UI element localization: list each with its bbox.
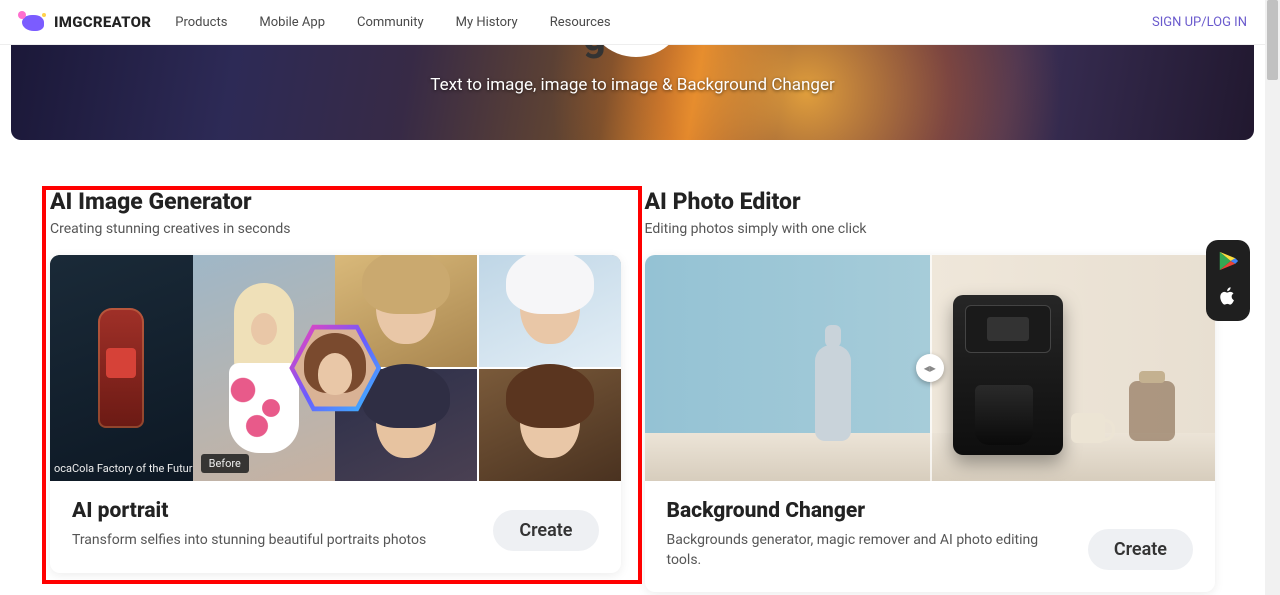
nav-my-history[interactable]: My History: [456, 15, 518, 30]
cola-bottle-icon: [98, 308, 144, 428]
generator-caption: ocaCola Factory of the Futur: [54, 462, 192, 475]
app-store-float: [1206, 240, 1250, 321]
auth-link[interactable]: SIGN UP/LOG IN: [1152, 15, 1247, 30]
portrait-thumb-icon: [520, 266, 580, 344]
brand-name: IMGCREATOR: [54, 13, 151, 31]
bottle-icon: [815, 345, 851, 441]
hex-avatar-icon: [289, 322, 381, 414]
nav-community[interactable]: Community: [357, 15, 424, 30]
portrait-thumb-icon: [376, 380, 436, 458]
portrait-thumb-icon: [520, 380, 580, 458]
generator-title: AI Image Generator: [50, 188, 621, 215]
background-changer-card[interactable]: ◂▸ Background Changer Backgrounds genera…: [645, 255, 1216, 592]
create-bg-button[interactable]: Create: [1088, 529, 1193, 570]
google-play-icon[interactable]: [1217, 250, 1239, 272]
background-changer-title: Background Changer: [667, 499, 1072, 523]
jar-icon: [1129, 381, 1175, 441]
top-nav: IMGCREATOR Products Mobile App Community…: [0, 0, 1265, 45]
ai-portrait-card[interactable]: ocaCola Factory of the Futur Before: [50, 255, 621, 573]
nav-links: Products Mobile App Community My History…: [175, 15, 610, 30]
create-portrait-button[interactable]: Create: [493, 510, 598, 551]
ai-portrait-desc: Transform selfies into stunning beautifu…: [72, 531, 477, 551]
scrollbar-thumb[interactable]: [1267, 0, 1278, 80]
carafe-icon: [975, 385, 1033, 445]
ai-photo-editor-section: AI Photo Editor Editing photos simply wi…: [645, 188, 1216, 592]
brand-logo[interactable]: IMGCREATOR: [18, 11, 151, 33]
editor-subtitle: Editing photos simply with one click: [645, 221, 1216, 237]
scrollbar-track[interactable]: [1265, 0, 1280, 595]
editor-title: AI Photo Editor: [645, 188, 1216, 215]
portrait-thumb-icon: [376, 266, 436, 344]
ai-image-generator-section: AI Image Generator Creating stunning cre…: [50, 188, 621, 592]
nav-resources[interactable]: Resources: [550, 15, 611, 30]
logo-icon: [18, 11, 46, 33]
generator-subtitle: Creating stunning creatives in seconds: [50, 221, 621, 237]
hero-letter-icon: g: [583, 45, 606, 60]
nav-products[interactable]: Products: [175, 15, 227, 30]
nav-mobile-app[interactable]: Mobile App: [259, 15, 325, 30]
hero-tagline: Text to image, image to image & Backgrou…: [430, 75, 834, 95]
editor-preview-image: ◂▸: [645, 255, 1216, 481]
mug-icon: [1071, 413, 1105, 443]
apple-icon[interactable]: [1218, 286, 1238, 311]
compare-slider-handle[interactable]: ◂▸: [916, 354, 944, 382]
background-changer-desc: Backgrounds generator, magic remover and…: [667, 531, 1072, 570]
generator-preview-image: ocaCola Factory of the Futur Before: [50, 255, 621, 481]
before-badge: Before: [201, 454, 249, 473]
ai-portrait-title: AI portrait: [72, 499, 477, 523]
hero-banner: g Text to image, image to image & Backgr…: [11, 45, 1254, 140]
